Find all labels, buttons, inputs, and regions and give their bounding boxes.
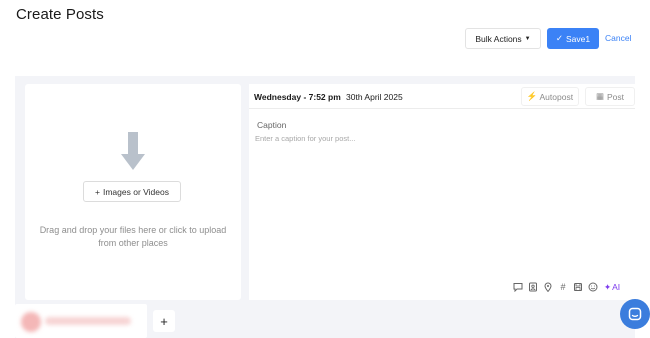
schedule-date[interactable]: 30th April 2025 — [346, 92, 403, 102]
bulk-actions-label: Bulk Actions — [475, 33, 522, 44]
avatar — [21, 312, 41, 332]
cancel-button[interactable]: Cancel — [605, 33, 631, 43]
save-caption-icon[interactable] — [573, 282, 583, 292]
comment-icon[interactable] — [513, 282, 523, 292]
schedule-day-time[interactable]: Wednesday - 7:52 pm — [254, 92, 341, 102]
autopost-toggle[interactable]: ⚡ Autopost — [521, 87, 579, 106]
post-type-label: Post — [607, 91, 625, 102]
add-media-label: Images or Videos — [102, 186, 169, 197]
caption-toolbar: # ✦ AI — [513, 280, 620, 294]
caption-label: Caption — [257, 120, 287, 130]
ai-label: AI — [612, 282, 621, 292]
post-type-selector[interactable]: ▦ Post — [585, 87, 635, 106]
location-pin-icon[interactable] — [543, 282, 553, 292]
emoji-icon[interactable] — [588, 282, 598, 292]
chat-launcher-button[interactable] — [620, 299, 650, 329]
media-dropzone[interactable]: + Images or Videos Drag and drop your fi… — [25, 84, 241, 300]
chat-icon — [628, 307, 642, 321]
lightning-icon: ⚡ — [526, 91, 538, 101]
save-button[interactable]: ✓ Save1 — [547, 28, 599, 49]
tag-user-icon[interactable] — [528, 282, 538, 292]
download-arrow-icon — [121, 132, 145, 170]
dropzone-hint: Drag and drop your files here or click t… — [39, 225, 227, 248]
grid-icon: ▦ — [595, 91, 604, 101]
add-account-button[interactable]: + — [153, 310, 175, 332]
save-label: Save1 — [566, 33, 591, 44]
plus-icon: + — [95, 186, 100, 197]
chevron-down-icon: ▼ — [524, 35, 531, 42]
account-name-redacted — [45, 317, 131, 325]
add-media-button[interactable]: + Images or Videos — [83, 181, 181, 202]
check-icon: ✓ — [555, 33, 563, 43]
page-title: Create Posts — [16, 6, 104, 23]
selected-account-chip[interactable] — [15, 304, 147, 338]
hashtag-icon[interactable]: # — [558, 282, 568, 292]
ai-assist-button[interactable]: ✦ AI — [604, 282, 620, 293]
post-editor: Wednesday - 7:52 pm 30th April 2025 ⚡ Au… — [249, 84, 635, 300]
caption-input[interactable] — [255, 134, 625, 274]
post-workspace: + Images or Videos Drag and drop your fi… — [15, 76, 635, 338]
autopost-label: Autopost — [539, 91, 574, 102]
sparkle-icon: ✦ — [604, 281, 612, 292]
bulk-actions-dropdown[interactable]: Bulk Actions ▼ — [465, 28, 541, 49]
editor-header: Wednesday - 7:52 pm 30th April 2025 ⚡ Au… — [249, 84, 635, 109]
